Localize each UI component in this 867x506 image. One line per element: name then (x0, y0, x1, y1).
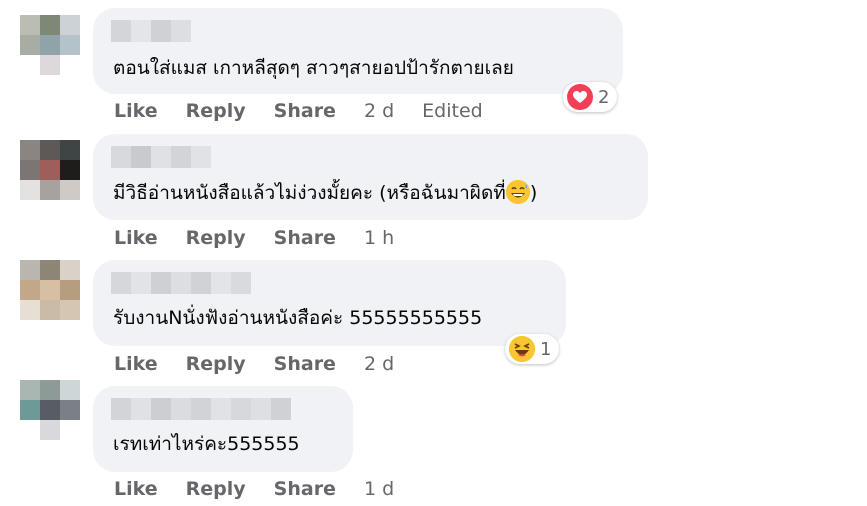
comment-text: ตอนใส่แมส เกาหลีสุดๆ สาวๆสายอปป้ารักตายเ… (113, 57, 514, 79)
comment-bubble: ตอนใส่แมส เกาหลีสุดๆ สาวๆสายอปป้ารักตายเ… (93, 8, 623, 94)
comment-text: รับงานNนั่งฟังอ่านหนังสือค่ะ 55555555555 (113, 307, 483, 329)
comment-text-suffix: ) (529, 182, 538, 204)
timestamp[interactable]: 1 d (364, 477, 394, 501)
share-button[interactable]: Share (274, 352, 336, 376)
like-button[interactable]: Like (114, 477, 158, 501)
reply-button[interactable]: Reply (186, 99, 246, 123)
comment-text-main: มีวิธีอ่านหนังสือแล้วไม่ง่วงมั้ยคะ (หรือ… (113, 182, 506, 204)
grinning-sweat-emoji-icon (505, 180, 530, 204)
avatar[interactable] (20, 380, 80, 440)
blurred-author-name[interactable] (111, 146, 211, 168)
comment-actions: Like Reply Share 2 d (114, 352, 422, 376)
comment-text: เรทเท่าไหร่คะ555555 (113, 433, 300, 455)
avatar[interactable] (20, 15, 80, 75)
blurred-author-name[interactable] (111, 398, 291, 420)
share-button[interactable]: Share (274, 226, 336, 250)
comment-actions: Like Reply Share 1 d (114, 477, 422, 501)
reaction-summary[interactable]: 2 (563, 82, 618, 112)
comment-text: มีวิธีอ่านหนังสือแล้วไม่ง่วงมั้ยคะ (หรือ… (113, 180, 537, 205)
laughing-emoji-icon (509, 336, 535, 362)
reaction-count: 1 (540, 338, 552, 360)
like-button[interactable]: Like (114, 226, 158, 250)
reaction-summary[interactable]: 1 (505, 334, 560, 364)
reply-button[interactable]: Reply (186, 352, 246, 376)
comment-bubble: รับงานNนั่งฟังอ่านหนังสือค่ะ 55555555555 (93, 260, 566, 346)
reply-button[interactable]: Reply (186, 226, 246, 250)
reply-button[interactable]: Reply (186, 477, 246, 501)
share-button[interactable]: Share (274, 477, 336, 501)
blurred-author-name[interactable] (111, 272, 251, 294)
blurred-author-name[interactable] (111, 20, 191, 42)
edited-label[interactable]: Edited (422, 99, 483, 123)
heart-icon (567, 84, 593, 110)
comment-bubble: เรทเท่าไหร่คะ555555 (93, 386, 353, 472)
comment-actions: Like Reply Share 2 d Edited (114, 99, 511, 123)
timestamp[interactable]: 1 h (364, 226, 394, 250)
avatar[interactable] (20, 260, 80, 320)
comment-bubble: มีวิธีอ่านหนังสือแล้วไม่ง่วงมั้ยคะ (หรือ… (93, 134, 648, 220)
timestamp[interactable]: 2 d (364, 352, 394, 376)
timestamp[interactable]: 2 d (364, 99, 394, 123)
like-button[interactable]: Like (114, 99, 158, 123)
reaction-count: 2 (598, 86, 610, 108)
share-button[interactable]: Share (274, 99, 336, 123)
comment-actions: Like Reply Share 1 h (114, 226, 422, 250)
like-button[interactable]: Like (114, 352, 158, 376)
avatar[interactable] (20, 140, 80, 200)
